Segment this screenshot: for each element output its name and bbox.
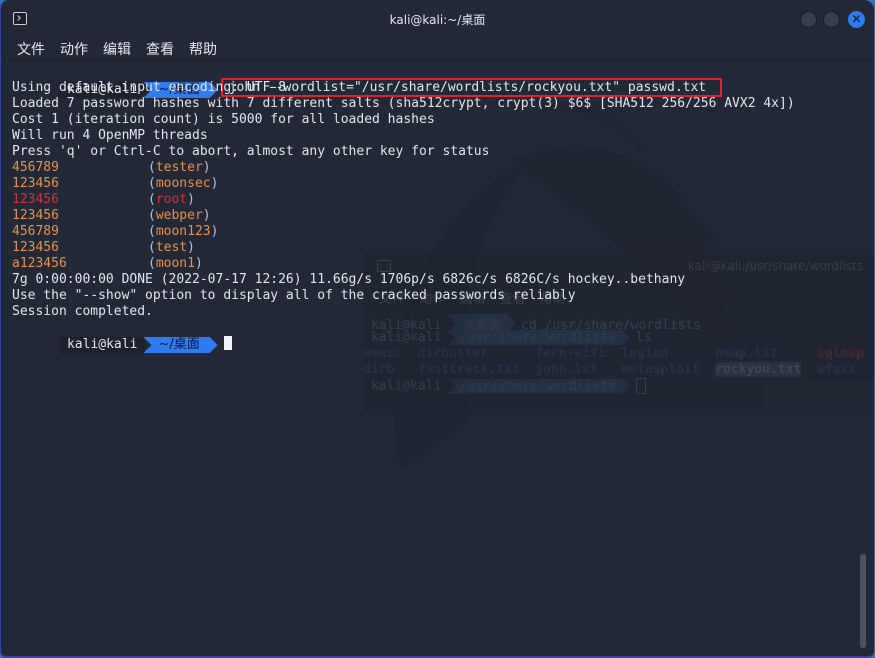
- cracked-row: a123456 (moon1): [12, 256, 203, 271]
- cracked-password: 123456: [12, 240, 59, 255]
- cracked-user: moon123: [155, 224, 211, 239]
- text-cursor: [223, 336, 232, 350]
- menu-view[interactable]: 查看: [146, 39, 174, 59]
- prompt-directory: ~/桌面: [143, 337, 217, 353]
- cracked-user: webper: [155, 208, 203, 223]
- terminal-window: kali@kali:/usr/share/wordlists 文件 动作 编辑 …: [0, 0, 874, 658]
- summary-line: Session completed.: [12, 304, 153, 319]
- output-line: Loaded 7 password hashes with 7 differen…: [12, 96, 795, 111]
- cracked-user: moonsec: [155, 176, 211, 191]
- output-line: Will run 4 OpenMP threads: [12, 128, 208, 143]
- cracked-row: 456789 (moon123): [12, 224, 219, 239]
- cracked-user: test: [155, 240, 188, 255]
- terminal-output[interactable]: kali@kali ~/桌面 john --wordlist="/usr/share…: [12, 64, 854, 353]
- background-line-3: kali@kali/usr/share/wordlists: [371, 378, 646, 394]
- command-line: kali@kali ~/桌面 john --wordlist="/usr/share…: [12, 64, 854, 98]
- menu-edit[interactable]: 编辑: [103, 39, 131, 59]
- cracked-password: 123456: [12, 208, 59, 223]
- background-listing-row-2: dirb fasttrack.txt john.lst metasploit r…: [363, 362, 857, 377]
- output-line: Cost 1 (iteration count) is 5000 for all…: [12, 112, 435, 127]
- menu-divider: [1, 60, 874, 61]
- cracked-password: 456789: [12, 160, 59, 175]
- summary-line: 7g 0:00:00:00 DONE (2022-07-17 12:26) 11…: [12, 272, 686, 287]
- cracked-user: root: [155, 192, 188, 207]
- menu-action[interactable]: 动作: [60, 39, 88, 59]
- cracked-password: 123456: [12, 192, 59, 207]
- minimize-button[interactable]: [800, 11, 817, 28]
- output-line: Press 'q' or Ctrl-C to abort, almost any…: [12, 144, 490, 159]
- background-listing-row-1: amass dirbuster fern-wifi legion nmap.ls…: [363, 346, 864, 361]
- cracked-row-root: 123456 (root): [12, 192, 195, 207]
- close-icon: ✕: [851, 12, 862, 26]
- cracked-user: tester: [155, 160, 203, 175]
- cracked-password: 456789: [12, 224, 59, 239]
- cracked-password: 123456: [12, 176, 59, 191]
- cracked-user: moon1: [155, 256, 195, 271]
- output-line: Using default input encoding: UTF-8: [12, 80, 286, 95]
- menu-file[interactable]: 文件: [17, 39, 45, 59]
- maximize-button[interactable]: [823, 11, 840, 28]
- cracked-row: 456789 (tester): [12, 160, 211, 175]
- summary-line: Use the "--show" option to display all o…: [12, 288, 576, 303]
- title-bar[interactable]: kali@kali:~/桌面 ✕: [1, 0, 874, 38]
- cracked-row: 123456 (test): [12, 240, 195, 255]
- menu-help[interactable]: 帮助: [189, 39, 217, 59]
- close-button[interactable]: ✕: [848, 11, 865, 28]
- vertical-scrollbar[interactable]: [860, 554, 866, 648]
- prompt-user: kali@kali: [58, 337, 146, 353]
- cracked-row: 123456 (moonsec): [12, 176, 219, 191]
- current-prompt-line[interactable]: kali@kali ~/桌面: [12, 320, 854, 353]
- cracked-row: 123456 (webper): [12, 208, 211, 223]
- window-title: kali@kali:~/桌面: [389, 13, 486, 27]
- menu-bar: 文件 动作 编辑 查看 帮助: [17, 39, 217, 59]
- cracked-password: a123456: [12, 256, 67, 271]
